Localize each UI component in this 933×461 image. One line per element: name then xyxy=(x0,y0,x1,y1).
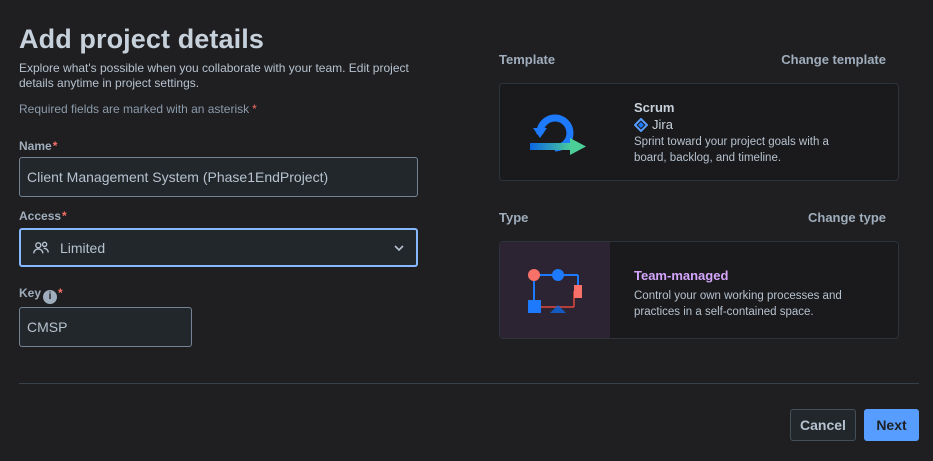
scrum-illustration xyxy=(500,84,610,180)
required-asterisk: * xyxy=(252,102,257,116)
team-managed-illustration xyxy=(500,242,610,338)
required-note: Required fields are marked with an aster… xyxy=(19,102,257,116)
change-type-link[interactable]: Change type xyxy=(700,210,886,225)
chevron-down-icon xyxy=(394,245,404,252)
template-name: Scrum xyxy=(634,100,675,115)
template-card[interactable]: Scrum Jira Sprint toward your project go… xyxy=(499,83,899,181)
key-input-value: CMSP xyxy=(27,319,68,335)
name-input-value: Client Management System (Phase1EndProje… xyxy=(27,169,329,185)
type-card[interactable]: Team-managed Control your own working pr… xyxy=(499,241,899,339)
access-label-text: Access xyxy=(19,209,62,223)
type-section-label: Type xyxy=(499,210,529,225)
info-icon[interactable]: i xyxy=(43,290,58,304)
key-label-text: Key xyxy=(19,286,42,300)
key-required-asterisk: * xyxy=(58,286,63,300)
product-label: Jira xyxy=(634,117,864,132)
access-required-asterisk: * xyxy=(62,209,67,223)
jira-icon xyxy=(634,117,648,132)
type-description: Control your own working processes and p… xyxy=(634,290,842,318)
name-label-text: Name xyxy=(19,139,52,153)
footer-divider xyxy=(19,383,919,384)
intro-text: Explore what's possible when you collabo… xyxy=(19,61,409,90)
access-select-value: Limited xyxy=(60,239,106,256)
key-label: Key i * xyxy=(19,286,63,304)
name-input[interactable]: Client Management System (Phase1EndProje… xyxy=(19,157,418,197)
template-section-label: Template xyxy=(499,52,556,67)
type-name: Team-managed xyxy=(634,268,729,283)
next-button[interactable]: Next xyxy=(864,409,919,441)
name-label: Name* xyxy=(19,139,57,153)
access-select[interactable]: Limited xyxy=(19,228,418,267)
access-label: Access* xyxy=(19,209,67,223)
people-icon xyxy=(33,241,49,253)
name-required-asterisk: * xyxy=(52,139,58,153)
page-title: Add project details xyxy=(19,24,264,54)
required-note-text: Required fields are marked with an aster… xyxy=(19,102,250,116)
key-input[interactable]: CMSP xyxy=(19,307,192,347)
template-description: Sprint toward your project goals with a … xyxy=(634,136,829,164)
product-name: Jira xyxy=(652,117,673,132)
change-template-link[interactable]: Change template xyxy=(700,52,886,67)
cancel-button[interactable]: Cancel xyxy=(790,409,856,441)
